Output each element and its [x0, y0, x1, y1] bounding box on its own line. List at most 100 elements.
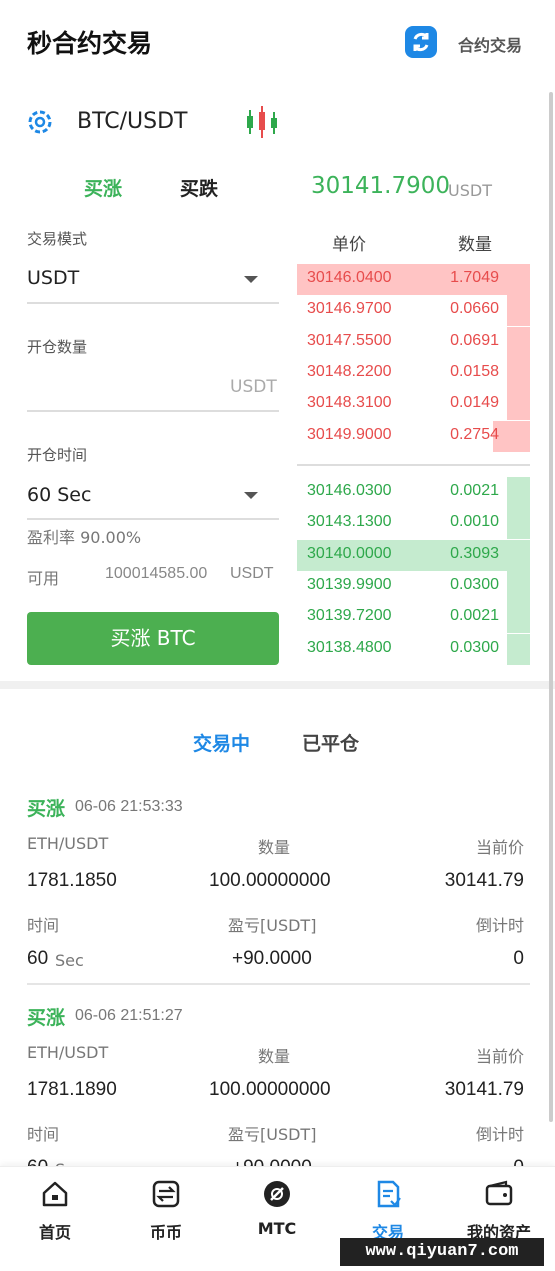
order-qty: 0.0021 [450, 482, 499, 499]
order-qty: 100.00000000 [209, 870, 331, 891]
depth-bar [506, 326, 530, 358]
orderbook-price-header: 单价 [332, 235, 366, 255]
cur-price-label: 当前价 [475, 838, 524, 857]
nav-trade[interactable]: 交易 [333, 1179, 443, 1243]
pnl-col-label: 盈亏[USDT] [228, 1125, 317, 1144]
ask-row[interactable]: 30147.5500 0.0691 [297, 326, 530, 358]
order-qty: 0.0158 [450, 362, 499, 380]
ask-row[interactable]: 30149.9000 0.2754 [297, 420, 530, 452]
contract-trade-link[interactable]: 合约交易 [458, 32, 522, 56]
order-price: 30138.4800 [307, 638, 392, 656]
card-divider [27, 983, 530, 985]
order-price: 30139.9900 [307, 575, 392, 593]
depth-bar [506, 633, 530, 665]
chevron-down-icon[interactable] [244, 276, 258, 283]
bid-row[interactable]: 30139.9900 0.0300 [297, 570, 530, 602]
orderbook-divider [297, 464, 530, 466]
available-value: 100014585.00 [105, 565, 208, 582]
depth-bar [506, 602, 530, 634]
qty-label: 开仓数量 [27, 338, 88, 356]
pnl-col-label: 盈亏[USDT] [228, 916, 317, 935]
candlestick-chart-icon[interactable] [244, 104, 280, 140]
mode-select[interactable]: USDT [27, 267, 79, 289]
tab-closed[interactable]: 已平仓 [302, 729, 359, 756]
depth-bar [506, 508, 530, 540]
trade-icon [373, 1179, 403, 1209]
order-pnl: +90.0000 [232, 948, 312, 969]
nav-label: MTC [257, 1219, 297, 1238]
tab-buy-up[interactable]: 买涨 [84, 174, 122, 201]
qty-col-label: 数量 [258, 1047, 291, 1066]
order-price: 30149.9000 [307, 425, 392, 443]
swap-icon[interactable] [405, 26, 437, 58]
wallet-icon [484, 1179, 514, 1209]
order-qty: 0.0660 [450, 300, 499, 318]
ask-row[interactable]: 30148.2200 0.0158 [297, 357, 530, 389]
order-price: 30146.9700 [307, 300, 392, 318]
open-price: 1781.1890 [27, 1079, 117, 1100]
available-unit: USDT [230, 565, 274, 582]
order-price: 30146.0300 [307, 482, 392, 499]
order-qty: 0.2754 [450, 425, 499, 443]
scrollbar[interactable] [549, 92, 553, 1122]
nav-mtc[interactable]: MTC [222, 1179, 332, 1238]
tab-buy-down[interactable]: 买跌 [180, 174, 218, 201]
bid-row[interactable]: 30140.0000 0.3093 [297, 539, 530, 571]
nav-home[interactable]: 首页 [0, 1179, 110, 1243]
order-price: 30140.0000 [307, 544, 392, 562]
cur-price: 30141.79 [444, 1079, 524, 1100]
pair-symbol[interactable]: BTC/USDT [77, 109, 187, 134]
time-col-label: 时间 [27, 1125, 60, 1144]
order-qty: 0.0300 [450, 575, 499, 593]
order-qty: 1.7049 [450, 269, 499, 286]
countdown-col-label: 倒计时 [475, 1125, 524, 1144]
divider [27, 518, 279, 520]
order-time-num: 60 [27, 948, 49, 969]
chevron-down-icon[interactable] [244, 492, 258, 499]
order-datetime: 06-06 21:51:27 [75, 1007, 183, 1024]
mode-label: 交易模式 [27, 230, 88, 248]
time-col-label: 时间 [27, 916, 60, 935]
divider [27, 410, 279, 412]
bid-row[interactable]: 30143.1300 0.0010 [297, 508, 530, 540]
ask-row[interactable]: 30146.0400 1.7049 [297, 264, 530, 295]
time-select[interactable]: 60 Sec [27, 484, 91, 506]
ask-row[interactable]: 30146.9700 0.0660 [297, 295, 530, 327]
nav-assets[interactable]: 我的资产 [444, 1179, 554, 1243]
order-price: 30146.0400 [307, 269, 392, 286]
order-time-unit: Sec [55, 951, 84, 970]
nav-exchange[interactable]: 币币 [111, 1179, 221, 1243]
order-datetime: 06-06 21:53:33 [75, 798, 183, 815]
bid-row[interactable]: 30138.4800 0.0300 [297, 633, 530, 665]
mtc-icon [262, 1179, 292, 1209]
cur-price-label: 当前价 [475, 1047, 524, 1066]
order-side: 买涨 [27, 798, 66, 820]
watermark: www.qiyuan7.com [340, 1238, 544, 1266]
cur-price: 30141.79 [444, 870, 524, 891]
order-qty: 0.0149 [450, 394, 499, 412]
bid-row[interactable]: 30146.0300 0.0021 [297, 477, 530, 508]
order-price: 30139.7200 [307, 607, 392, 625]
depth-bar [506, 389, 530, 421]
order-price: 30148.2200 [307, 362, 392, 380]
tab-in-trade[interactable]: 交易中 [193, 729, 250, 756]
order-qty: 0.0691 [450, 331, 499, 349]
open-price: 1781.1850 [27, 870, 117, 891]
section-separator [0, 681, 555, 689]
nav-label: 币币 [149, 1223, 182, 1242]
orderbook-qty-header: 数量 [458, 235, 492, 255]
bid-row[interactable]: 30139.7200 0.0021 [297, 602, 530, 634]
current-price: 30141.7900 [311, 173, 451, 199]
available-label: 可用 [27, 569, 60, 588]
qty-unit: USDT [230, 377, 277, 397]
price-unit: USDT [448, 181, 492, 200]
profit-rate: 盈利率 90.00% [27, 528, 142, 547]
order-price: 30143.1300 [307, 513, 392, 531]
order-countdown: 0 [513, 948, 524, 969]
ask-row[interactable]: 30148.3100 0.0149 [297, 389, 530, 421]
buy-up-button[interactable]: 买涨 BTC [27, 612, 279, 665]
gear-icon[interactable] [24, 106, 56, 138]
divider [27, 302, 279, 304]
page-title: 秒合约交易 [27, 29, 153, 58]
qty-col-label: 数量 [258, 838, 291, 857]
